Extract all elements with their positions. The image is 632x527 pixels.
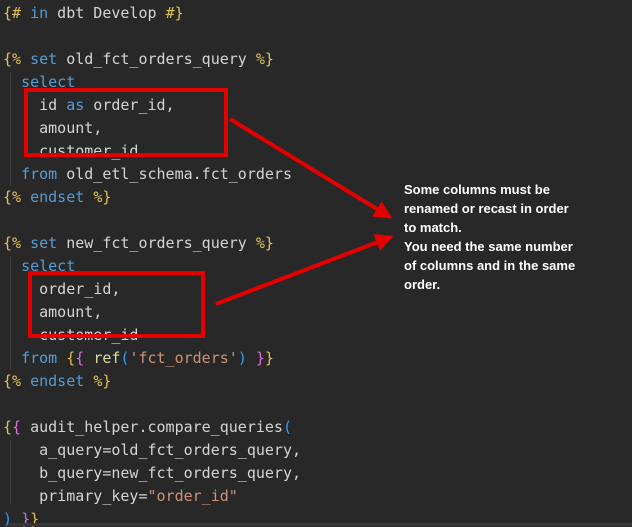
code-line (3, 209, 301, 232)
code-token: from (21, 349, 57, 367)
code-token: %} (93, 372, 111, 390)
code-line: primary_key="order_id" (3, 485, 301, 508)
code-token (21, 4, 30, 22)
code-line: a_query=old_fct_orders_query, (3, 439, 301, 462)
code-token (3, 73, 21, 91)
code-token: dbt Develop (48, 4, 165, 22)
code-token: { (3, 418, 12, 436)
code-token: new_fct_orders_query (57, 234, 256, 252)
code-token: {% (3, 188, 21, 206)
annotation-line: renamed or recast in order (404, 199, 614, 218)
code-token: { (75, 349, 84, 367)
code-token: endset (30, 372, 84, 390)
code-token: {% (3, 234, 21, 252)
code-token: a_query=old_fct_orders_query, (3, 441, 301, 459)
annotation-note: Some columns must berenamed or recast in… (404, 180, 614, 294)
code-token (57, 349, 66, 367)
code-block: {# in dbt Develop #} {% set old_fct_order… (3, 2, 301, 527)
code-token (3, 257, 21, 275)
annotation-line: You need the same number (404, 237, 614, 256)
highlight-box-old-columns (24, 88, 228, 157)
horizontal-scrollbar[interactable] (8, 523, 632, 526)
code-token: %} (256, 50, 274, 68)
code-line: from old_etl_schema.fct_orders (3, 163, 301, 186)
code-token: b_query=new_fct_orders_query, (3, 464, 301, 482)
code-token: #} (166, 4, 184, 22)
code-token (21, 188, 30, 206)
code-token: } (265, 349, 274, 367)
annotation-line: order. (404, 275, 614, 294)
code-token: in (30, 4, 48, 22)
code-token: set (30, 50, 57, 68)
code-token (21, 234, 30, 252)
code-token (3, 349, 21, 367)
code-token (3, 165, 21, 183)
code-token: } (256, 349, 265, 367)
annotation-line: of columns and in the same (404, 256, 614, 275)
code-token: {% (3, 50, 21, 68)
code-token: primary_key= (3, 487, 148, 505)
code-token: { (66, 349, 75, 367)
code-token: ( (283, 418, 292, 436)
code-line: {{ audit_helper.compare_queries( (3, 416, 301, 439)
code-token: set (30, 234, 57, 252)
code-token: ref (93, 349, 120, 367)
annotation-line: to match. (404, 218, 614, 237)
code-token (84, 188, 93, 206)
code-line: {% set old_fct_orders_query %} (3, 48, 301, 71)
code-token: audit_helper.compare_queries (21, 418, 283, 436)
code-line: b_query=new_fct_orders_query, (3, 462, 301, 485)
code-line: {% endset %} (3, 186, 301, 209)
code-token: {% (3, 372, 21, 390)
code-token: %} (93, 188, 111, 206)
code-token: endset (30, 188, 84, 206)
code-token (247, 349, 256, 367)
code-line: {# in dbt Develop #} (3, 2, 301, 25)
code-editor-screenshot: {# in dbt Develop #} {% set old_fct_order… (0, 0, 632, 527)
code-token (84, 349, 93, 367)
code-token: "order_id" (148, 487, 238, 505)
code-token (84, 372, 93, 390)
code-line: {% set new_fct_orders_query %} (3, 232, 301, 255)
code-line (3, 25, 301, 48)
highlight-box-new-columns (28, 271, 205, 338)
code-token: from (21, 165, 57, 183)
code-token: ) (238, 349, 247, 367)
code-line (3, 393, 301, 416)
code-line: {% endset %} (3, 370, 301, 393)
code-token: { (12, 418, 21, 436)
code-token (21, 50, 30, 68)
code-token: {# (3, 4, 21, 22)
code-token: 'fct_orders' (129, 349, 237, 367)
annotation-line: Some columns must be (404, 180, 614, 199)
code-token: old_etl_schema.fct_orders (57, 165, 292, 183)
code-line: from {{ ref('fct_orders') }} (3, 347, 301, 370)
code-token: %} (256, 234, 274, 252)
code-token (21, 372, 30, 390)
code-token: old_fct_orders_query (57, 50, 256, 68)
